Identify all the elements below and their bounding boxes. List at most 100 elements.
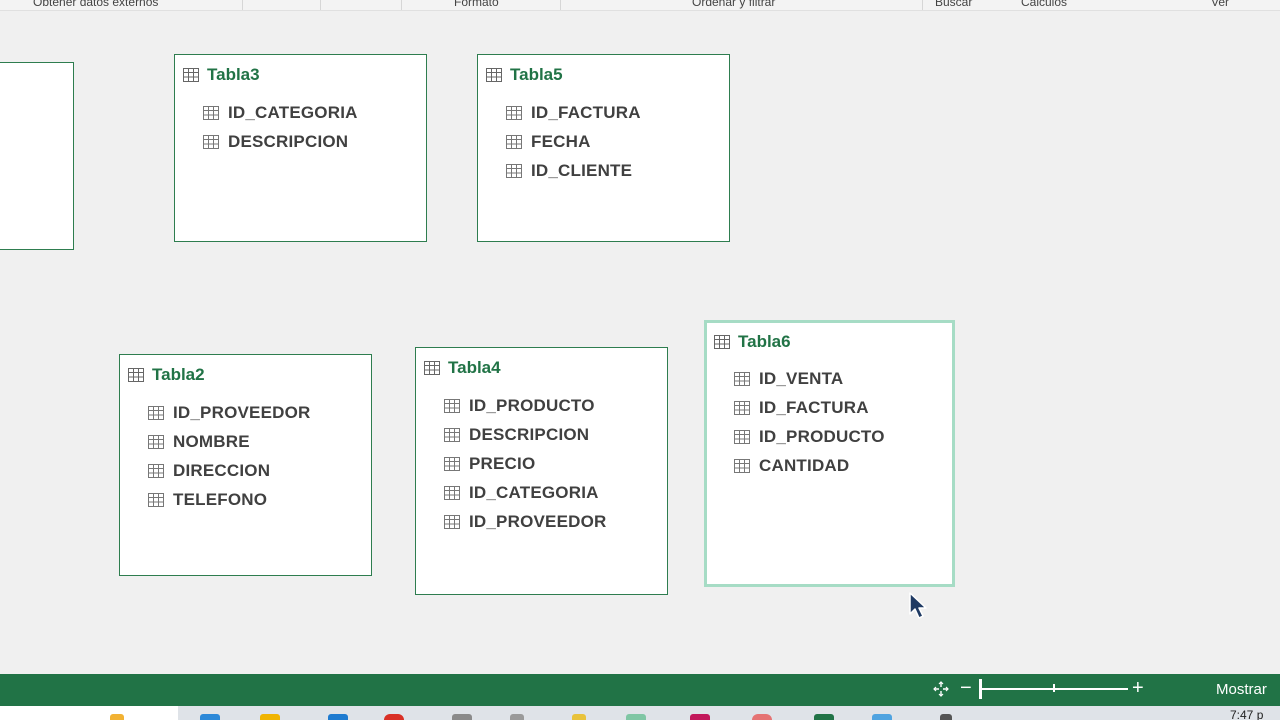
column-icon <box>734 401 750 416</box>
zoom-slider-thumb[interactable] <box>979 679 982 699</box>
field-row[interactable]: CANTIDAD <box>734 451 885 480</box>
field-row[interactable]: ID_PRODUCTO <box>444 392 607 421</box>
field-name: DESCRIPCION <box>228 132 349 152</box>
zoom-slider-midpoint <box>1053 684 1055 692</box>
field-list: ID_PRODUCTO DESCRIPCION PRECIO ID_CATEGO… <box>444 392 607 536</box>
table-icon <box>424 361 440 375</box>
field-name: ID_FACTURA <box>531 103 641 123</box>
zoom-out-button[interactable]: − <box>960 678 972 698</box>
ribbon-separator <box>320 0 321 10</box>
taskbar-app-icon[interactable] <box>572 714 586 720</box>
table-header[interactable]: Tabla5 <box>486 65 563 85</box>
table-card-tabla4[interactable]: Tabla4 ID_PRODUCTO DESCRIPCION PRECIO ID… <box>415 347 668 595</box>
field-row[interactable]: NOMBRE <box>148 428 311 457</box>
column-icon <box>506 135 522 150</box>
field-list: ID_VENTA ID_FACTURA ID_PRODUCTO CANTIDAD <box>734 365 885 480</box>
field-row[interactable]: ID_CATEGORIA <box>444 478 607 507</box>
ribbon-separator <box>401 0 402 10</box>
clock[interactable]: 7:47 p <box>1230 708 1263 720</box>
column-icon <box>444 514 460 529</box>
diagram-view-canvas[interactable]: Tabla3 ID_CATEGORIA DESCRIPCION Tabla5 I… <box>0 11 1280 674</box>
ribbon-group-find[interactable]: Buscar <box>935 0 972 9</box>
table-card-partial[interactable] <box>0 62 74 250</box>
table-title: Tabla4 <box>448 358 501 377</box>
taskbar-app-icon[interactable] <box>510 714 524 720</box>
field-name: TELEFONO <box>173 489 268 509</box>
taskbar-app-icon[interactable] <box>752 714 772 720</box>
column-icon <box>444 456 460 471</box>
field-row[interactable]: FECHA <box>506 128 641 157</box>
column-icon <box>203 106 219 121</box>
field-row[interactable]: ID_CLIENTE <box>506 157 641 186</box>
column-icon <box>734 429 750 444</box>
column-icon <box>734 372 750 387</box>
field-name: ID_PROVEEDOR <box>173 403 311 423</box>
field-name: ID_FACTURA <box>759 398 869 418</box>
zoom-fit-icon[interactable] <box>933 681 949 697</box>
table-card-tabla3[interactable]: Tabla3 ID_CATEGORIA DESCRIPCION <box>174 54 427 242</box>
table-header[interactable]: Tabla6 <box>714 332 791 352</box>
table-card-tabla6[interactable]: Tabla6 ID_VENTA ID_FACTURA ID_PRODUCTO C… <box>704 320 955 587</box>
field-row[interactable]: ID_PROVEEDOR <box>148 399 311 428</box>
field-list: ID_PROVEEDOR NOMBRE DIRECCION TELEFONO <box>148 399 311 514</box>
field-row[interactable]: ID_CATEGORIA <box>203 99 358 128</box>
taskbar-app-icon[interactable] <box>452 714 472 720</box>
ribbon-separator <box>242 0 243 10</box>
field-row[interactable]: ID_PRODUCTO <box>734 423 885 452</box>
zoom-in-button[interactable]: + <box>1132 678 1144 698</box>
ribbon-group-calculations[interactable]: Cálculos <box>1021 0 1067 9</box>
field-name: NOMBRE <box>173 432 250 452</box>
table-title: Tabla6 <box>738 332 791 351</box>
ribbon-group-labels: Obtener datos externos Formato Ordenar y… <box>0 0 1280 11</box>
table-icon <box>486 68 502 82</box>
taskbar-app-icon[interactable] <box>200 714 220 720</box>
table-header[interactable]: Tabla4 <box>424 358 501 378</box>
field-name: ID_CATEGORIA <box>469 482 599 502</box>
field-row[interactable]: ID_FACTURA <box>734 394 885 423</box>
column-icon <box>506 106 522 121</box>
field-list: ID_FACTURA FECHA ID_CLIENTE <box>506 99 641 185</box>
field-name: CANTIDAD <box>759 455 850 475</box>
taskbar-app-icon[interactable] <box>940 714 952 720</box>
column-icon <box>203 135 219 150</box>
field-name: ID_CATEGORIA <box>228 103 358 123</box>
table-icon <box>128 368 144 382</box>
taskbar-app-icon[interactable] <box>626 714 646 720</box>
field-row[interactable]: TELEFONO <box>148 485 311 514</box>
ribbon-group-sort-filter[interactable]: Ordenar y filtrar <box>692 0 775 9</box>
table-icon <box>714 335 730 349</box>
field-name: FECHA <box>531 132 591 152</box>
excel-icon[interactable] <box>814 714 834 720</box>
field-row[interactable]: DESCRIPCION <box>444 421 607 450</box>
table-header[interactable]: Tabla3 <box>183 65 260 85</box>
ribbon-group-view[interactable]: Ver <box>1211 0 1229 9</box>
field-row[interactable]: PRECIO <box>444 450 607 479</box>
field-name: ID_PRODUCTO <box>469 396 595 416</box>
taskbar-app-icon[interactable] <box>872 714 892 720</box>
field-row[interactable]: ID_PROVEEDOR <box>444 507 607 536</box>
column-icon <box>148 492 164 507</box>
column-icon <box>444 485 460 500</box>
folder-icon[interactable] <box>260 714 280 720</box>
field-row[interactable]: ID_FACTURA <box>506 99 641 128</box>
taskbar-app-icon[interactable] <box>690 714 710 720</box>
table-title: Tabla3 <box>207 65 260 84</box>
ribbon-group-external-data[interactable]: Obtener datos externos <box>33 0 158 9</box>
table-card-tabla5[interactable]: Tabla5 ID_FACTURA FECHA ID_CLIENTE <box>477 54 730 242</box>
ribbon-group-format[interactable]: Formato <box>454 0 499 9</box>
field-row[interactable]: DESCRIPCION <box>203 128 358 157</box>
table-title: Tabla2 <box>152 365 205 384</box>
field-name: ID_VENTA <box>759 369 844 389</box>
chrome-icon[interactable] <box>384 714 404 720</box>
field-row[interactable]: DIRECCION <box>148 457 311 486</box>
field-row[interactable]: ID_VENTA <box>734 365 885 394</box>
column-icon <box>444 428 460 443</box>
start-icon[interactable] <box>110 714 124 720</box>
taskbar-search-area[interactable] <box>0 706 178 720</box>
table-card-tabla2[interactable]: Tabla2 ID_PROVEEDOR NOMBRE DIRECCION TEL… <box>119 354 372 576</box>
edge-icon[interactable] <box>328 714 348 720</box>
show-button[interactable]: Mostrar <box>1216 681 1267 698</box>
column-icon <box>148 406 164 421</box>
taskbar: 7:47 p <box>0 706 1280 720</box>
table-header[interactable]: Tabla2 <box>128 365 205 385</box>
